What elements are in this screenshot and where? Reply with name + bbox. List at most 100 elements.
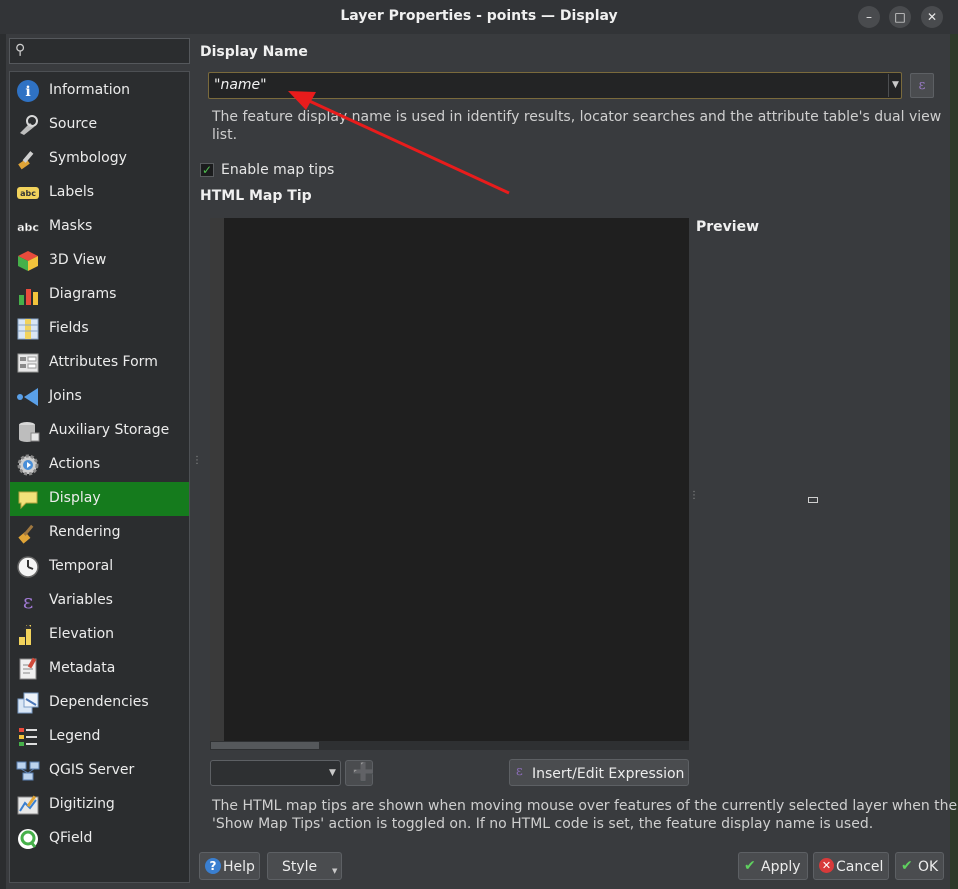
sidebar-item-label: Metadata [49,660,116,676]
variables-icon: ε [22,589,34,613]
sidebar-item-label: Elevation [49,626,115,642]
attributes-form-icon [16,351,40,375]
add-field-button[interactable]: ➕ [345,760,375,786]
display-name-value: "name" [214,77,267,93]
editor-text-area[interactable] [224,218,689,741]
display-name-help-text-line2: list. [212,127,238,143]
style-label: Style [282,859,318,875]
sidebar-item-label: Joins [49,388,82,404]
sidebar-item-dependencies[interactable]: Dependencies [10,686,189,720]
ok-button[interactable]: ✔ OK [895,852,944,880]
digitizing-icon [16,793,40,817]
help-icon: ? [205,858,221,874]
svg-text:abc: abc [17,221,39,234]
sidebar-item-label: Information [49,82,131,98]
sidebar-item-qgis-server[interactable]: QGIS Server [10,754,189,788]
sidebar-item-joins[interactable]: Joins [10,380,189,414]
sidebar-item-label: Digitizing [49,796,115,812]
maximize-button[interactable]: □ [889,6,911,28]
masks-icon: abc [16,215,40,239]
check-icon: ✓ [201,163,213,177]
sidebar-item-attributes-form[interactable]: Attributes Form [10,346,189,380]
chevron-down-icon: ▼ [329,768,336,778]
maximize-icon: □ [894,10,906,24]
sidebar-item-masks[interactable]: abc Masks [10,210,189,244]
information-icon: i [16,79,40,103]
sidebar-item-symbology[interactable]: Symbology [10,142,189,176]
chevron-down-icon[interactable]: ▼ [888,74,902,97]
style-button[interactable]: Style ▼ [267,852,342,880]
sidebar-item-actions[interactable]: Actions [10,448,189,482]
labels-icon: abc [16,181,40,205]
sidebar-item-label: Attributes Form [49,354,158,370]
search-icon: ⚲ [15,42,26,58]
elevation-icon [16,623,40,647]
sidebar-item-label: QField [49,830,93,846]
sidebar-item-source[interactable]: Source [10,108,189,142]
close-button[interactable]: ✕ [921,6,943,28]
sidebar-item-legend[interactable]: Legend [10,720,189,754]
3d-view-icon [16,249,40,273]
fields-icon [16,317,40,341]
sidebar-item-label: Legend [49,728,101,744]
sidebar-item-label: Display [49,490,101,506]
help-button[interactable]: ? Help [199,852,260,880]
source-icon [16,113,40,137]
background-window-edge [950,34,958,889]
sidebar-item-qfield[interactable]: QField [10,822,189,856]
sidebar-item-label: Dependencies [49,694,149,710]
sidebar-item-label: Rendering [49,524,121,540]
map-tip-help-text-line2: 'Show Map Tips' action is toggled on. If… [212,816,874,832]
left-edge [0,34,6,889]
sidebar-splitter-handle[interactable]: ⋮ [192,455,202,466]
symbology-icon [16,147,40,171]
cancel-icon: ✕ [819,858,834,873]
insert-edit-expression-label: Insert/Edit Expression [532,766,685,782]
sidebar-item-label: Masks [49,218,93,234]
enable-map-tips-label[interactable]: Enable map tips [221,162,334,178]
sidebar-item-variables[interactable]: ε Variables [10,584,189,618]
diagrams-icon [16,283,40,307]
minimize-button[interactable]: – [858,6,880,28]
sidebar-item-label: Labels [49,184,95,200]
plus-icon: ➕ [352,762,375,783]
field-combo[interactable]: ▼ [210,760,341,786]
cancel-button[interactable]: ✕ Cancel [813,852,889,880]
preview-heading: Preview [696,219,760,235]
sidebar-item-label: Symbology [49,150,127,166]
sidebar-item-digitizing[interactable]: Digitizing [10,788,189,822]
expression-button[interactable]: ε [910,73,934,98]
scrollbar-thumb[interactable] [211,742,319,749]
actions-icon [16,453,40,477]
sidebar-item-rendering[interactable]: Rendering [10,516,189,550]
insert-edit-expression-button[interactable]: ε Insert/Edit Expression [509,759,689,786]
sidebar-item-3d-view[interactable]: 3D View [10,244,189,278]
minimize-icon: – [866,10,872,24]
sidebar-item-label: Variables [49,592,113,608]
preview-splitter-handle[interactable]: ⋮ [689,490,699,501]
cancel-label: Cancel [836,859,884,875]
apply-button[interactable]: ✔ Apply [738,852,808,880]
sidebar-item-fields[interactable]: Fields [10,312,189,346]
sidebar-item-labels[interactable]: abc Labels [10,176,189,210]
sidebar-item-display[interactable]: Display [10,482,189,516]
sidebar-item-information[interactable]: i Information [10,74,189,108]
sidebar-item-auxiliary-storage[interactable]: Auxiliary Storage [10,414,189,448]
apply-label: Apply [761,859,801,875]
sidebar-item-label: Diagrams [49,286,117,302]
legend-icon [16,725,40,749]
enable-map-tips-checkbox[interactable]: ✓ [200,163,214,177]
svg-text:i: i [25,84,30,100]
display-name-field[interactable] [208,72,902,99]
sidebar-item-elevation[interactable]: Elevation [10,618,189,652]
auxiliary-storage-icon [16,419,40,443]
sidebar-item-metadata[interactable]: Metadata [10,652,189,686]
map-tip-help-text: The HTML map tips are shown when moving … [212,798,958,814]
html-map-tip-heading: HTML Map Tip [200,188,312,204]
sidebar-item-label: Source [49,116,98,132]
search-input[interactable] [9,38,190,64]
sidebar-item-label: Actions [49,456,101,472]
sidebar-item-temporal[interactable]: Temporal [10,550,189,584]
chevron-down-icon: ▼ [332,867,338,875]
sidebar-item-diagrams[interactable]: Diagrams [10,278,189,312]
